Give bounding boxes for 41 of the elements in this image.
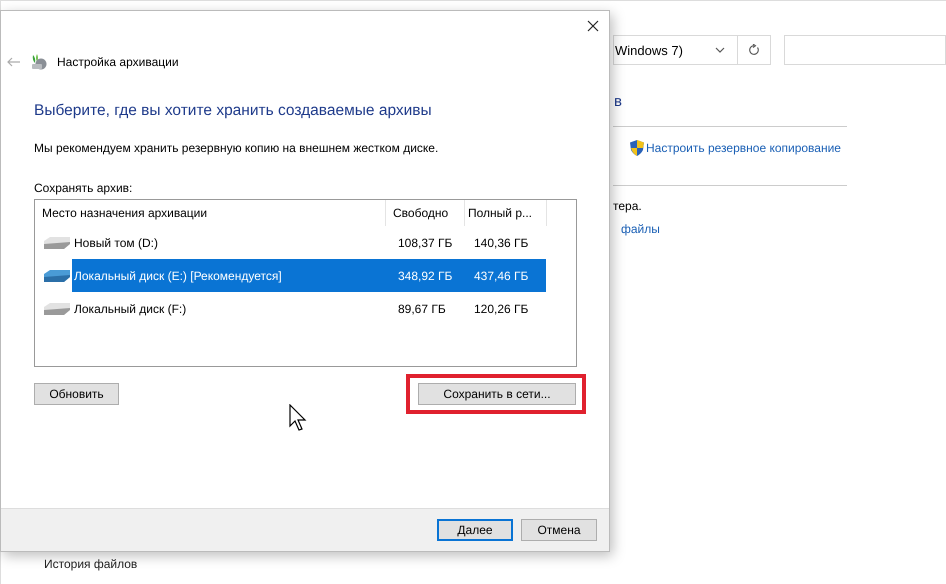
drive-icon (42, 268, 72, 282)
drive-icon (42, 302, 72, 316)
refresh-icon[interactable] (748, 44, 760, 56)
next-button[interactable]: Далее (437, 519, 513, 541)
address-bar[interactable]: Windows 7) (613, 35, 738, 65)
cursor-icon (289, 404, 307, 432)
save-network-button[interactable]: Сохранить в сети... (418, 383, 576, 405)
window-title: Настройка архивации (57, 55, 179, 69)
drive-name: Новый том (D:) (74, 236, 159, 250)
close-icon[interactable] (587, 20, 599, 32)
column-header[interactable]: Полный р... (465, 200, 547, 226)
setup-backup-link[interactable]: Настроить резервное копирование (646, 141, 841, 155)
drive-icon (42, 236, 72, 250)
address-text: Windows 7) (615, 42, 683, 58)
dialog-heading: Выберите, где вы хотите хранить создаваемые архивы (34, 102, 433, 120)
list-row[interactable]: Локальный диск (F:) 89,67 ГБ 120,26 ГБ (72, 292, 546, 325)
text-fragment: тера. (613, 199, 643, 213)
free-space: 108,37 ГБ (397, 236, 454, 250)
search-field[interactable] (784, 35, 946, 65)
total-size: 140,36 ГБ (473, 236, 530, 250)
cancel-button[interactable]: Отмена (521, 519, 597, 541)
section-heading: в (614, 93, 623, 110)
refresh-button[interactable] (738, 35, 771, 65)
backup-icon (30, 53, 48, 71)
refresh-button[interactable]: Обновить (34, 383, 119, 405)
description-text: Мы рекомендуем хранить резервную копию на внешнем жестком диске. (34, 141, 440, 155)
list-row[interactable]: Новый том (D:) 108,37 ГБ 140,36 ГБ (72, 226, 546, 259)
free-space: 89,67 ГБ (397, 302, 447, 316)
list-label: Сохранять архив: (34, 181, 134, 195)
column-header[interactable]: Место назначения архивации (35, 200, 386, 226)
shield-icon (629, 139, 645, 157)
column-header[interactable]: Свободно (386, 200, 465, 226)
drive-name: Локальный диск (F:) (74, 302, 188, 316)
drive-name: Локальный диск (E:) [Рекомендуется] (74, 268, 283, 282)
files-link[interactable]: файлы (621, 222, 946, 236)
chevron-down-icon[interactable] (715, 47, 725, 53)
sidebar-item[interactable]: История файлов (44, 557, 613, 571)
free-space: 348,92 ГБ (397, 268, 454, 282)
total-size: 120,26 ГБ (473, 302, 530, 316)
list-row[interactable]: Локальный диск (E:) [Рекомендуется] 348,92 ГБ 437,46 ГБ (72, 259, 546, 292)
total-size: 437,46 ГБ (473, 268, 530, 282)
